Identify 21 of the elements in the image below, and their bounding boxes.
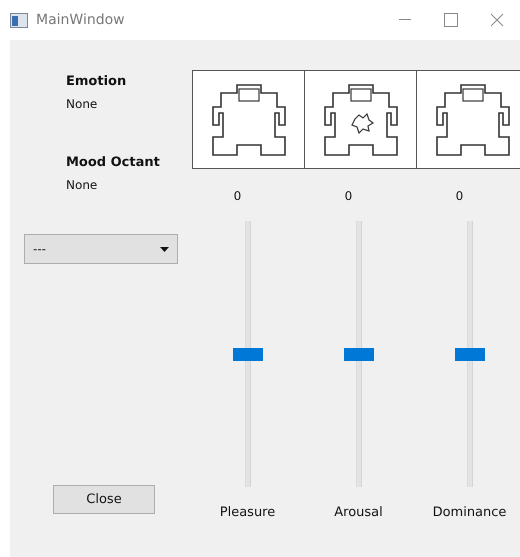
mood-octant-label: Mood Octant bbox=[66, 155, 161, 170]
close-icon[interactable] bbox=[490, 13, 504, 27]
mood-octant-value: None bbox=[66, 178, 98, 192]
emotion-label: Emotion bbox=[66, 74, 128, 89]
slider-reading: 0 bbox=[234, 189, 242, 203]
slider-label: Dominance bbox=[432, 505, 506, 520]
slider-reading: 0 bbox=[344, 189, 352, 203]
slider-reading: 0 bbox=[456, 189, 464, 203]
emotion-value: None bbox=[66, 97, 98, 111]
slider-thumb[interactable] bbox=[232, 348, 262, 361]
slider-thumb[interactable] bbox=[454, 348, 484, 361]
dropdown[interactable]: --- bbox=[24, 234, 178, 264]
slider-thumb[interactable] bbox=[344, 348, 374, 361]
window-title: MainWindow bbox=[36, 12, 126, 28]
slider-label: Pleasure bbox=[220, 505, 276, 520]
caret-icon bbox=[160, 246, 169, 252]
minimize-icon[interactable] bbox=[399, 19, 411, 21]
app-icon bbox=[10, 12, 28, 28]
maximize-icon[interactable] bbox=[444, 13, 458, 27]
close-button[interactable]: Close bbox=[53, 485, 155, 514]
slider-label: Arousal bbox=[334, 505, 383, 520]
